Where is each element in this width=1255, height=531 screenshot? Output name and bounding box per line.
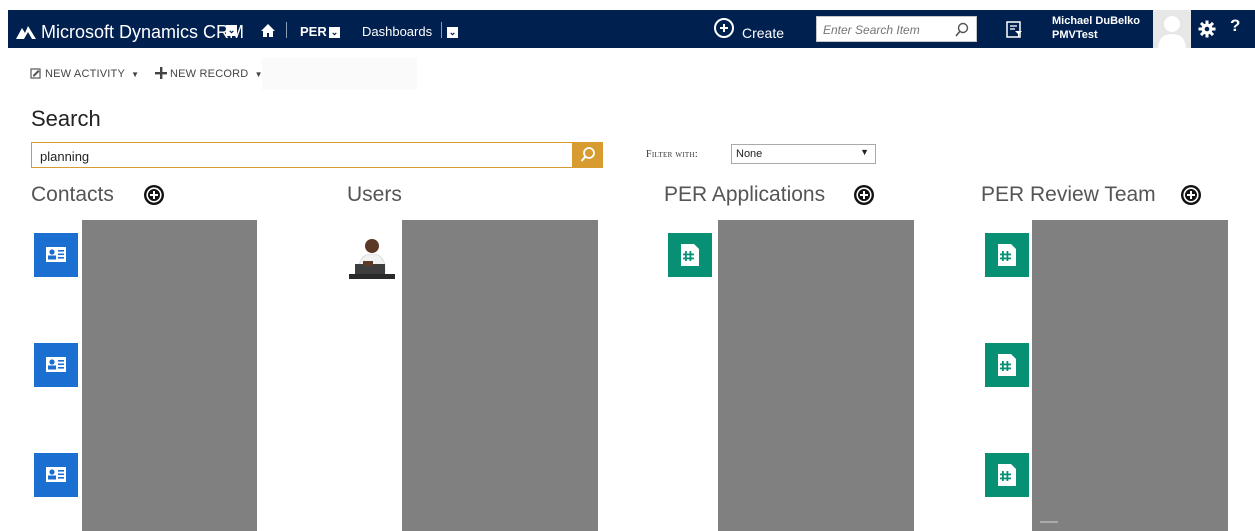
redacted-user-results	[402, 220, 598, 531]
scroll-indicator	[1040, 521, 1058, 523]
redacted-contact-results	[82, 220, 257, 531]
top-navigation-bar: Microsoft Dynamics CRM ⌄ PER ⌄ Dashboard…	[8, 10, 1255, 48]
home-icon[interactable]	[260, 23, 276, 38]
search-icon	[580, 147, 595, 162]
create-label: Create	[742, 25, 785, 41]
avatar[interactable]	[1153, 10, 1191, 48]
record-icon	[681, 244, 699, 266]
nav-divider	[441, 22, 442, 38]
activity-icon	[30, 68, 41, 79]
record-icon	[998, 244, 1016, 266]
per-application-result-tile[interactable]	[668, 233, 712, 277]
app-brand[interactable]: Microsoft Dynamics CRM	[41, 20, 244, 44]
review-team-result-tile[interactable]	[985, 343, 1029, 387]
filter-label: Filter with:	[646, 149, 698, 160]
per-applications-title: PER Applications	[664, 183, 826, 206]
advanced-find-icon[interactable]	[1006, 21, 1023, 38]
record-icon	[998, 464, 1016, 486]
contact-result-tile[interactable]	[34, 343, 78, 387]
search-icon[interactable]	[954, 22, 970, 38]
chevron-down-icon: ▼	[131, 70, 140, 79]
contact-card-icon	[46, 247, 66, 262]
main-search-box	[31, 142, 603, 168]
help-icon[interactable]: ?	[1230, 16, 1240, 36]
chevron-down-icon: ▼	[254, 70, 263, 79]
user-organization: PMVTest	[1052, 29, 1098, 41]
new-record-button[interactable]: NEW RECORD ▼	[155, 67, 263, 80]
filter-dropdown[interactable]: None ▼	[731, 144, 876, 164]
contacts-title: Contacts	[31, 183, 114, 206]
user-photo[interactable]	[349, 236, 395, 279]
chevron-down-icon[interactable]: ⌄	[226, 25, 237, 36]
contact-card-icon	[46, 357, 66, 372]
record-icon	[998, 354, 1016, 376]
redacted-application-results	[718, 220, 914, 531]
user-name: Michael DuBelko	[1052, 15, 1141, 27]
nav-divider	[286, 22, 287, 38]
new-record-label: NEW RECORD	[170, 68, 249, 80]
contact-result-tile[interactable]	[34, 233, 78, 277]
add-per-application-icon[interactable]	[853, 184, 875, 206]
review-team-result-tile[interactable]	[985, 233, 1029, 277]
review-team-result-tile[interactable]	[985, 453, 1029, 497]
global-search-input[interactable]	[821, 20, 955, 40]
new-activity-button[interactable]: NEW ACTIVITY ▼	[30, 67, 139, 80]
page-title: Search	[31, 106, 101, 131]
add-review-team-icon[interactable]	[1180, 184, 1202, 206]
filter-value: None	[736, 148, 763, 160]
contact-result-tile[interactable]	[34, 453, 78, 497]
users-title: Users	[347, 183, 402, 206]
plus-circle-icon	[714, 18, 734, 38]
section-selector[interactable]: Dashboards	[362, 24, 432, 39]
global-search-box	[816, 16, 977, 42]
contact-card-icon	[46, 467, 66, 482]
add-contact-icon[interactable]	[143, 184, 165, 206]
plus-icon	[155, 67, 167, 79]
gear-icon[interactable]	[1198, 20, 1216, 38]
area-selector[interactable]: PER	[300, 24, 327, 39]
user-info[interactable]: Michael DuBelko PMVTest	[1052, 14, 1140, 42]
chevron-down-icon[interactable]: ⌄	[329, 27, 340, 38]
avatar-icon	[1158, 16, 1186, 48]
main-search-input[interactable]	[38, 147, 562, 165]
new-activity-label: NEW ACTIVITY	[45, 68, 125, 80]
chevron-down-icon[interactable]: ⌄	[447, 27, 458, 38]
per-review-team-title: PER Review Team	[981, 183, 1156, 206]
redacted-review-team-results	[1032, 220, 1228, 531]
logo-icon	[16, 26, 36, 39]
chevron-down-icon: ▼	[860, 147, 869, 157]
main-search-button[interactable]	[572, 142, 603, 168]
command-bar-spacer	[262, 58, 417, 90]
